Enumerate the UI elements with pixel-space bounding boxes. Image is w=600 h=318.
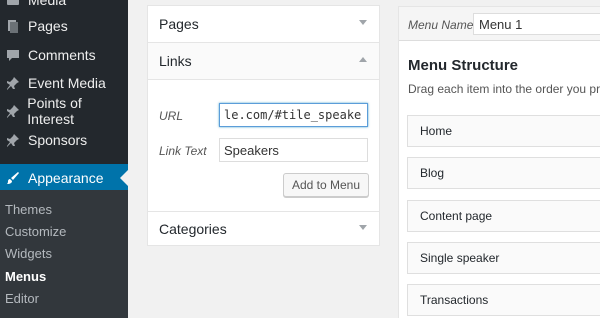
menu-name-input[interactable] bbox=[473, 13, 600, 35]
chevron-down-icon bbox=[359, 225, 367, 230]
chevron-down-icon bbox=[359, 20, 367, 25]
sidebar-item-points-of-interest[interactable]: Points of Interest bbox=[0, 95, 128, 127]
menu-name-label: Menu Name bbox=[408, 18, 474, 32]
chevron-up-icon bbox=[359, 57, 367, 62]
submenu-item-themes[interactable]: Themes bbox=[5, 202, 52, 217]
menu-item-label: Content page bbox=[420, 209, 493, 223]
menu-item[interactable]: Single speaker bbox=[407, 242, 600, 274]
accordion-categories[interactable]: Categories bbox=[148, 211, 379, 247]
submenu-item-customize[interactable]: Customize bbox=[5, 224, 66, 239]
accordion-pages[interactable]: Pages bbox=[148, 6, 379, 42]
media-icon bbox=[4, 0, 22, 9]
menu-editor-header: Menu Name bbox=[399, 7, 600, 41]
sidebar-item-appearance[interactable]: Appearance bbox=[0, 164, 128, 192]
menu-item-label: Home bbox=[420, 124, 453, 138]
accordion-title: Categories bbox=[159, 221, 227, 237]
add-to-menu-button[interactable]: Add to Menu bbox=[282, 173, 369, 197]
sidebar-item-sponsors[interactable]: Sponsors bbox=[0, 126, 128, 154]
menu-item-label: Blog bbox=[420, 166, 445, 180]
menu-structure-title: Menu Structure bbox=[408, 57, 519, 74]
pages-icon bbox=[4, 17, 22, 35]
sidebar-item-event-media[interactable]: Event Media bbox=[0, 69, 128, 97]
menu-item[interactable]: Content page bbox=[407, 200, 600, 232]
appearance-submenu: Themes Customize Widgets Menus Editor bbox=[0, 190, 128, 318]
divider bbox=[148, 79, 379, 80]
accordion-links[interactable]: Links bbox=[148, 43, 379, 79]
menu-item[interactable]: Home bbox=[407, 115, 600, 147]
menu-editor: Menu Name Menu Structure Drag each item … bbox=[398, 6, 600, 318]
pin-icon bbox=[4, 102, 21, 120]
url-label: URL bbox=[159, 109, 184, 123]
submenu-item-menus[interactable]: Menus bbox=[5, 269, 46, 284]
submenu-item-widgets[interactable]: Widgets bbox=[5, 246, 52, 261]
pin-icon bbox=[4, 74, 22, 92]
accordion-title: Links bbox=[159, 53, 192, 69]
brush-icon bbox=[4, 169, 22, 187]
add-menu-items-panel: Pages Links URL Link Text Add to Menu Ca… bbox=[147, 5, 380, 246]
url-input[interactable] bbox=[219, 103, 368, 127]
sidebar-item-label: Pages bbox=[28, 18, 68, 34]
sidebar-item-pages[interactable]: Pages bbox=[0, 12, 128, 40]
comments-icon bbox=[4, 46, 22, 64]
pin-icon bbox=[4, 131, 22, 149]
menu-item-label: Transactions bbox=[420, 293, 489, 307]
sidebar-item-label: Appearance bbox=[28, 170, 104, 186]
submenu-item-editor[interactable]: Editor bbox=[5, 291, 39, 306]
link-text-input[interactable] bbox=[219, 138, 368, 162]
sidebar-item-label: Comments bbox=[28, 47, 96, 63]
menu-item-label: Single speaker bbox=[420, 251, 500, 265]
link-text-label: Link Text bbox=[159, 144, 207, 158]
sidebar-item-label: Sponsors bbox=[28, 132, 88, 148]
admin-sidebar: Media Pages Comments Event Media Points … bbox=[0, 0, 128, 318]
menu-structure-description: Drag each item into the order you prefer… bbox=[408, 82, 600, 96]
sidebar-item-label: Points of Interest bbox=[27, 95, 82, 127]
sidebar-item-label: Event Media bbox=[28, 75, 106, 91]
sidebar-item-comments[interactable]: Comments bbox=[0, 41, 128, 69]
accordion-title: Pages bbox=[159, 16, 199, 32]
menu-item[interactable]: Blog bbox=[407, 157, 600, 189]
sidebar-item-label: Media bbox=[28, 0, 67, 8]
menu-item[interactable]: Transactions bbox=[407, 284, 600, 316]
